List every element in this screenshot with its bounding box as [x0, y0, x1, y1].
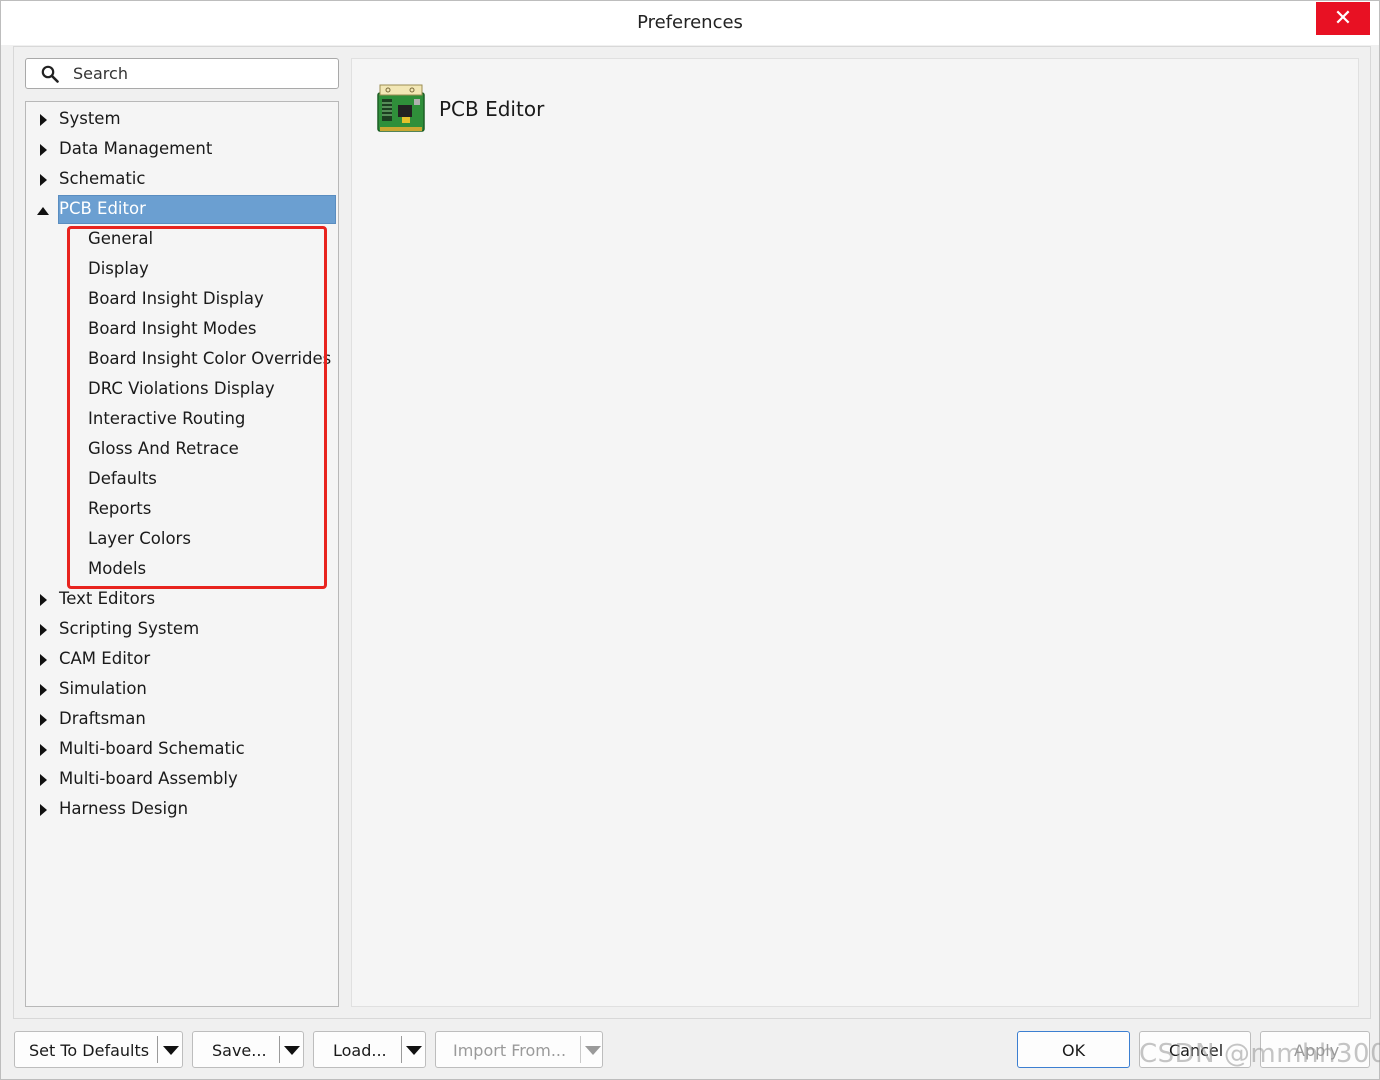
expand-arrow-icon[interactable]	[40, 174, 47, 186]
tree-item-data-management[interactable]: Data Management	[26, 134, 338, 164]
collapse-arrow-icon[interactable]	[37, 207, 49, 215]
tree-item-cam-editor[interactable]: CAM Editor	[26, 644, 338, 674]
tree-item-draftsman[interactable]: Draftsman	[26, 704, 338, 734]
expand-arrow-icon[interactable]	[40, 654, 47, 666]
tree-item-multi-board-assembly[interactable]: Multi-board Assembly	[26, 764, 338, 794]
content-panel: PCB Editor	[351, 58, 1359, 1007]
content-title: PCB Editor	[439, 97, 545, 121]
watermark-text: CSDN @mmhh3000	[1139, 1039, 1380, 1069]
expand-arrow-icon[interactable]	[40, 684, 47, 696]
expand-arrow-icon[interactable]	[40, 594, 47, 606]
import-from-button[interactable]: Import From...	[435, 1031, 603, 1068]
save-button[interactable]: Save...	[192, 1031, 304, 1068]
ok-button[interactable]: OK	[1017, 1031, 1130, 1068]
load-button[interactable]: Load...	[313, 1031, 426, 1068]
dropdown-caret-icon[interactable]	[585, 1046, 601, 1055]
expand-arrow-icon[interactable]	[40, 804, 47, 816]
expand-arrow-icon[interactable]	[40, 744, 47, 756]
tree-item-scripting-system[interactable]: Scripting System	[26, 614, 338, 644]
search-input[interactable]: Search	[25, 58, 339, 89]
window-title: Preferences	[637, 12, 743, 33]
dropdown-caret-icon[interactable]	[163, 1046, 179, 1055]
search-icon	[41, 65, 59, 83]
preferences-tree[interactable]: System Data Management Schematic PCB Edi…	[25, 101, 339, 1007]
title-bar[interactable]: Preferences ✕	[1, 1, 1379, 45]
expand-arrow-icon[interactable]	[40, 714, 47, 726]
search-placeholder: Search	[73, 64, 128, 83]
expand-arrow-icon[interactable]	[40, 144, 47, 156]
expand-arrow-icon[interactable]	[40, 114, 47, 126]
tree-item-simulation[interactable]: Simulation	[26, 674, 338, 704]
tree-item-pcb-editor[interactable]: PCB Editor	[26, 194, 338, 224]
tree-item-multi-board-schematic[interactable]: Multi-board Schematic	[26, 734, 338, 764]
close-button[interactable]: ✕	[1316, 2, 1370, 35]
pcb-board-icon	[377, 84, 425, 132]
dropdown-caret-icon[interactable]	[406, 1046, 422, 1055]
preferences-window: Preferences ✕ Search System Data Managem…	[0, 0, 1380, 1080]
set-to-defaults-button[interactable]: Set To Defaults	[14, 1031, 183, 1068]
expand-arrow-icon[interactable]	[40, 774, 47, 786]
expand-arrow-icon[interactable]	[40, 624, 47, 636]
tree-item-system[interactable]: System	[26, 104, 338, 134]
tree-item-schematic[interactable]: Schematic	[26, 164, 338, 194]
close-icon: ✕	[1333, 5, 1353, 31]
dropdown-caret-icon[interactable]	[284, 1046, 300, 1055]
tree-item-harness-design[interactable]: Harness Design	[26, 794, 338, 824]
highlight-annotation-box	[67, 226, 327, 589]
